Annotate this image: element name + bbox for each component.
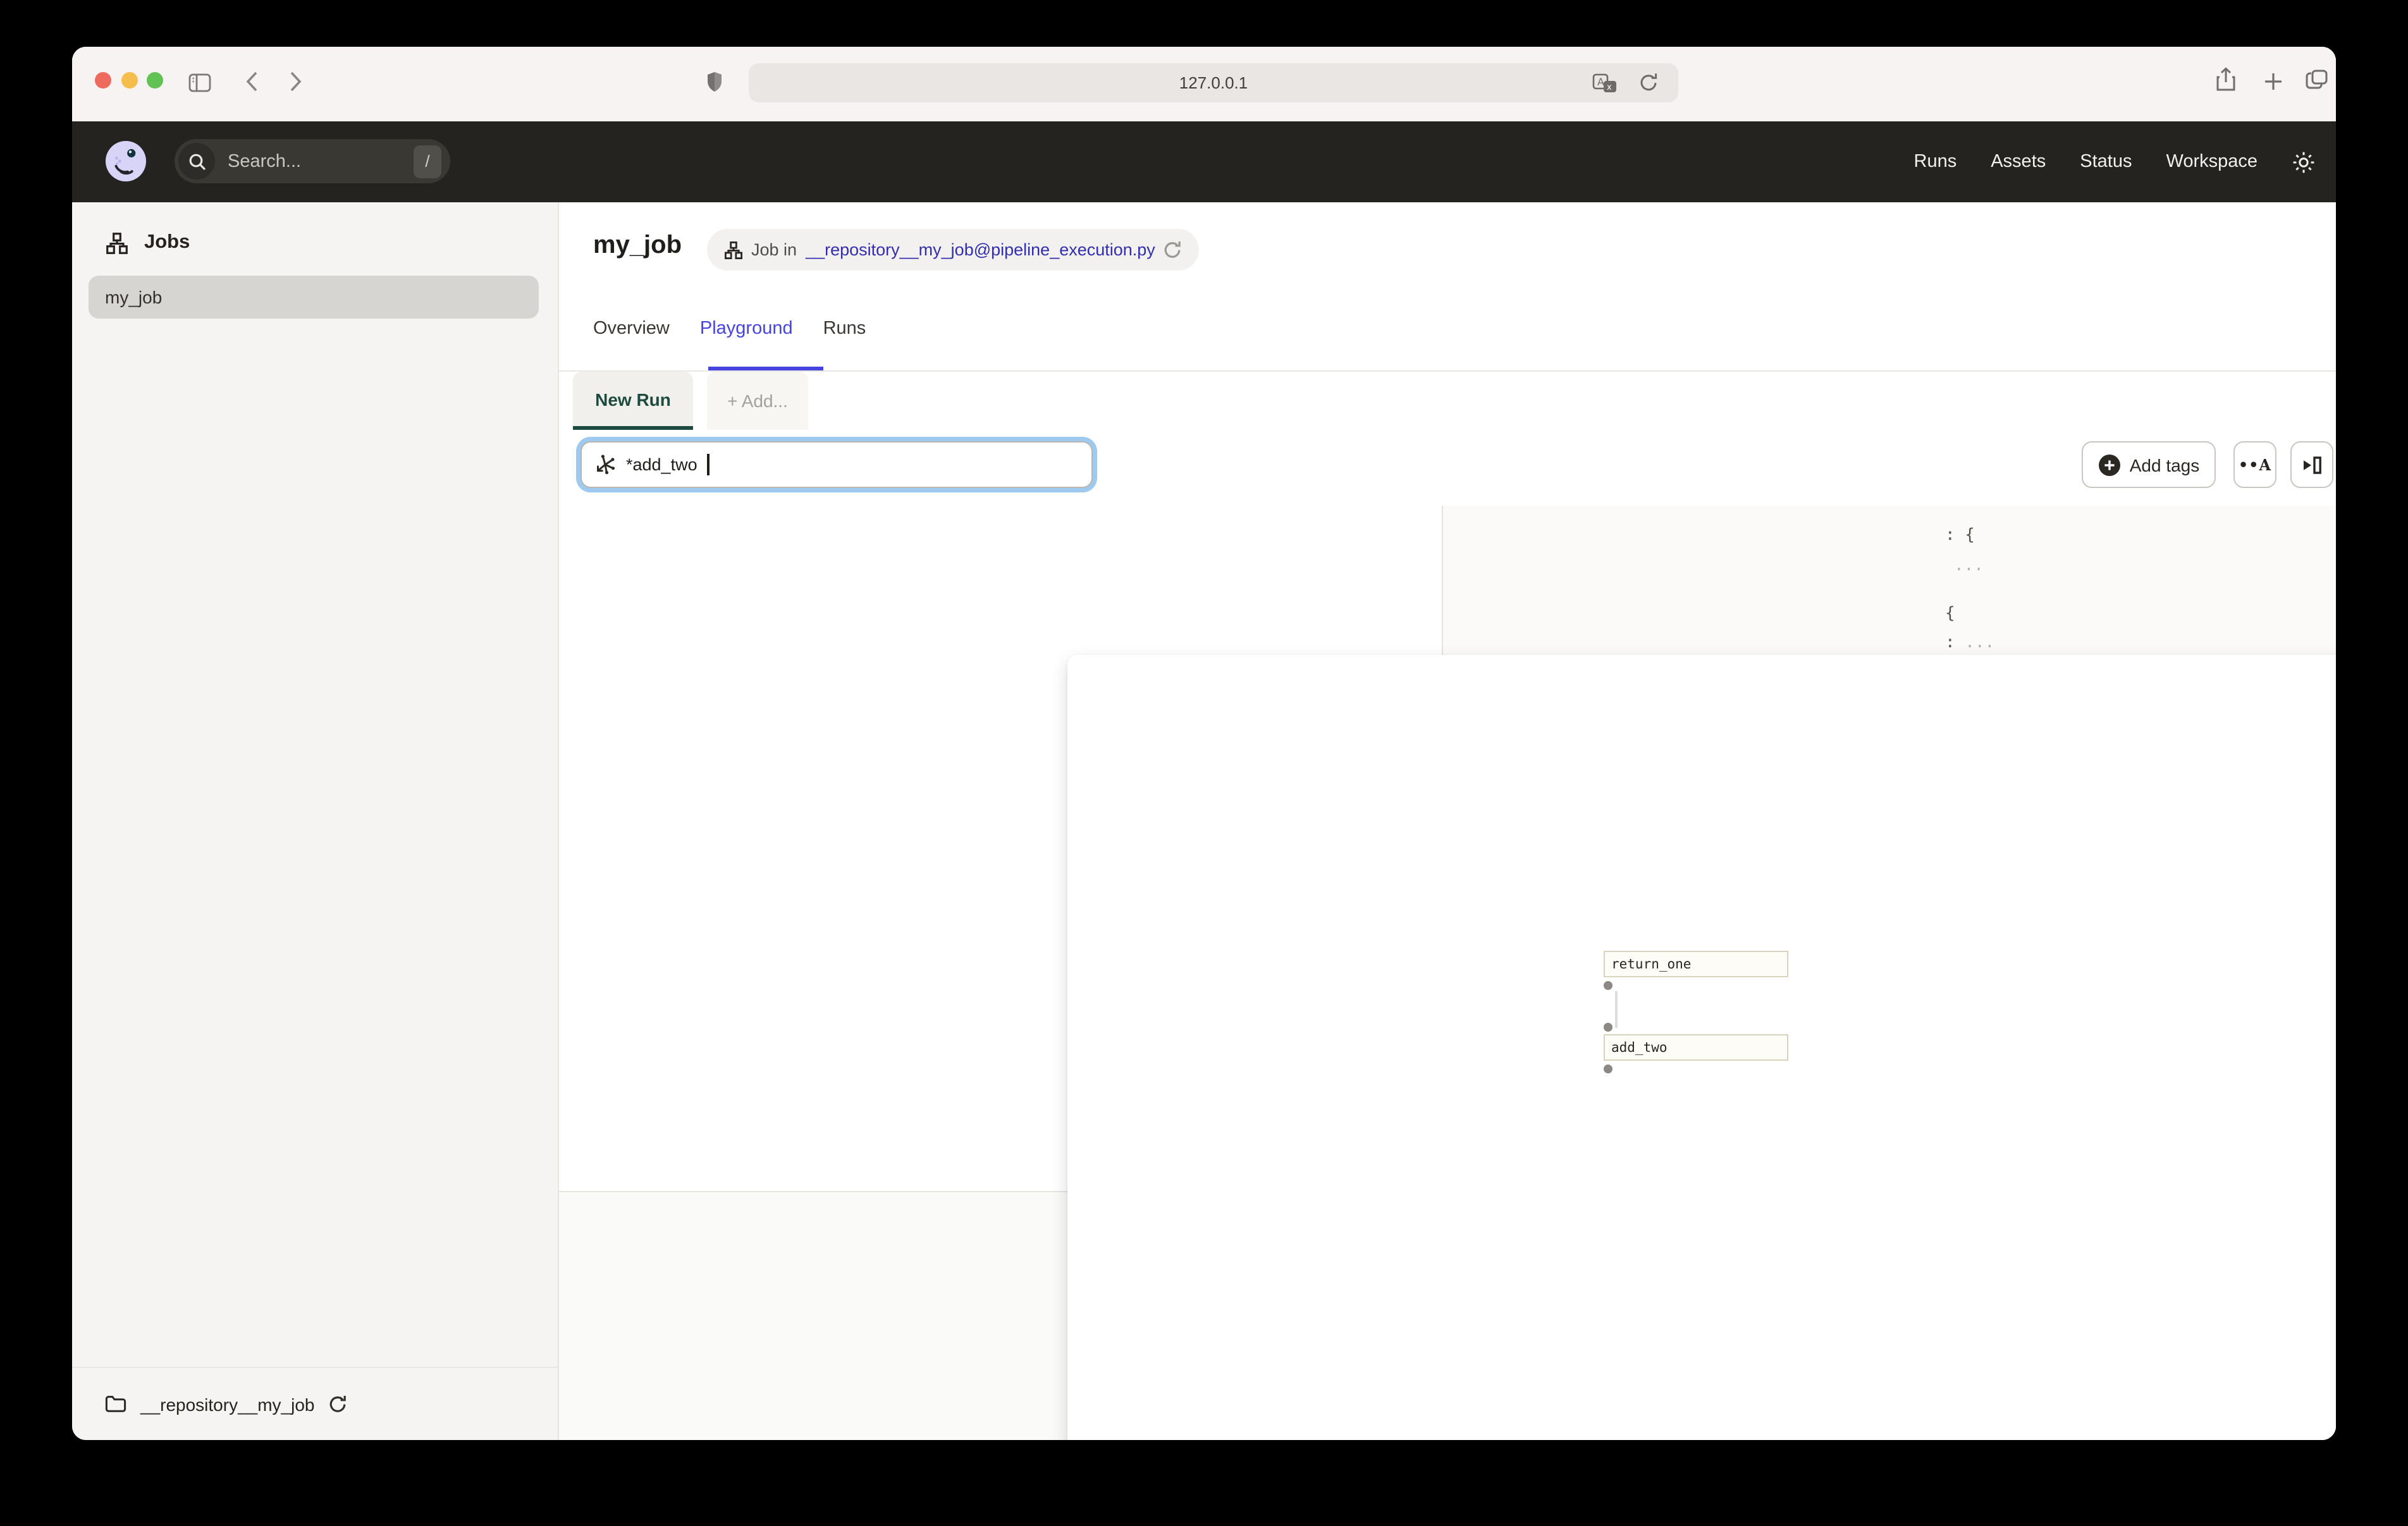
- maximize-window-button[interactable]: [146, 72, 163, 89]
- edge-connector: [1615, 991, 1617, 1028]
- browser-window: 127.0.0.1 Ax Search... / Runs Assets Sta…: [72, 47, 2336, 1440]
- dagster-logo[interactable]: [105, 140, 147, 188]
- scaffold-config-icon: ••A: [2238, 456, 2272, 473]
- output-port: [1604, 981, 1612, 990]
- page-tabs: Overview Playground Runs: [593, 319, 866, 339]
- add-tags-button[interactable]: Add tags: [2082, 441, 2216, 488]
- nav-assets[interactable]: Assets: [1991, 152, 2046, 172]
- sidebar-item-my-job[interactable]: my_job: [89, 276, 539, 319]
- shield-icon: [706, 71, 723, 100]
- tab-runs[interactable]: Runs: [823, 319, 866, 339]
- tab-overview[interactable]: Overview: [593, 319, 670, 339]
- repo-name: __repository__my_job: [140, 1394, 315, 1414]
- minimize-window-button[interactable]: [121, 72, 137, 89]
- job-origin-badge: Job in __repository__my_job@pipeline_exe…: [707, 229, 1200, 271]
- search-icon: [178, 143, 215, 180]
- new-tab-icon[interactable]: [2264, 72, 2283, 97]
- code-line: : {: [1945, 526, 1975, 545]
- output-port: [1604, 1065, 1612, 1073]
- toggle-panel-button[interactable]: [2290, 441, 2333, 488]
- svg-text:x: x: [1607, 83, 1612, 92]
- nav-runs[interactable]: Runs: [1914, 152, 1957, 172]
- search-shortcut-key: /: [414, 145, 441, 178]
- code-line: {: [1945, 604, 1955, 623]
- jobs-section-label: Jobs: [144, 231, 190, 253]
- gear-icon[interactable]: [2292, 150, 2316, 174]
- reload-icon[interactable]: [1639, 72, 1658, 99]
- scaffold-config-button[interactable]: ••A: [2233, 441, 2276, 488]
- jobs-section-header: Jobs: [106, 231, 190, 254]
- app-header: Search... / Runs Assets Status Workspace: [72, 121, 2336, 202]
- job-icon: [106, 232, 128, 253]
- search-input[interactable]: Search... /: [175, 139, 450, 183]
- reload-repo-icon[interactable]: [1164, 240, 1182, 259]
- job-icon: [725, 241, 742, 259]
- nav-workspace[interactable]: Workspace: [2166, 152, 2258, 172]
- code-line: ...: [1954, 556, 1984, 575]
- op-selector-value: *add_two: [626, 455, 697, 474]
- tab-overview-icon[interactable]: [2306, 70, 2328, 96]
- repo-link[interactable]: __repository__my_job@pipeline_execution.…: [806, 240, 1155, 259]
- sidebar-toggle-icon[interactable]: [188, 73, 211, 99]
- op-node-add-two[interactable]: add_two: [1604, 1034, 1788, 1061]
- badge-prefix: Job in: [751, 240, 797, 259]
- back-icon[interactable]: [245, 71, 258, 99]
- translate-icon[interactable]: Ax: [1592, 73, 1618, 100]
- nav-status[interactable]: Status: [2080, 152, 2132, 172]
- run-config-tab-add[interactable]: + Add...: [707, 372, 808, 430]
- play-panel-icon: [2304, 456, 2321, 473]
- folder-icon: [105, 1396, 126, 1412]
- sidebar-item-label: my_job: [105, 287, 163, 307]
- share-icon[interactable]: [2216, 67, 2236, 99]
- tab-playground[interactable]: Playground: [700, 319, 793, 339]
- op-node-return-one[interactable]: return_one: [1604, 951, 1788, 977]
- close-window-button[interactable]: [94, 72, 111, 89]
- plus-circle-icon: [2098, 454, 2120, 475]
- tabs-divider: [559, 370, 2336, 372]
- forward-icon[interactable]: [290, 71, 302, 99]
- screen: 127.0.0.1 Ax Search... / Runs Assets Sta…: [0, 0, 2408, 1526]
- op-graph-popover: return_one add_two: [1067, 655, 2336, 1440]
- code-line: : ...: [1945, 633, 1995, 652]
- text-cursor: [707, 454, 710, 475]
- browser-chrome: 127.0.0.1 Ax: [72, 47, 2336, 121]
- url-bar[interactable]: 127.0.0.1 Ax: [749, 63, 1678, 102]
- svg-text:A: A: [1597, 76, 1604, 88]
- search-placeholder: Search...: [228, 151, 302, 171]
- op-graph-icon: [597, 455, 615, 475]
- sidebar: Jobs my_job __repository__my_job: [72, 202, 559, 1440]
- page-title: my_job: [593, 231, 682, 259]
- op-selector-input[interactable]: *add_two: [580, 441, 1093, 488]
- run-config-tab-new-run[interactable]: New Run: [573, 372, 693, 430]
- input-port: [1604, 1023, 1612, 1032]
- refresh-icon[interactable]: [329, 1395, 347, 1413]
- url-text: 127.0.0.1: [1179, 73, 1248, 92]
- main-content: my_job Job in __repository__my_job@pipel…: [559, 202, 2336, 1440]
- app-nav: Runs Assets Status Workspace: [1914, 121, 2316, 202]
- op-selector-row: *add_two Add tags ••A: [559, 430, 2336, 506]
- repo-footer: __repository__my_job: [72, 1367, 558, 1440]
